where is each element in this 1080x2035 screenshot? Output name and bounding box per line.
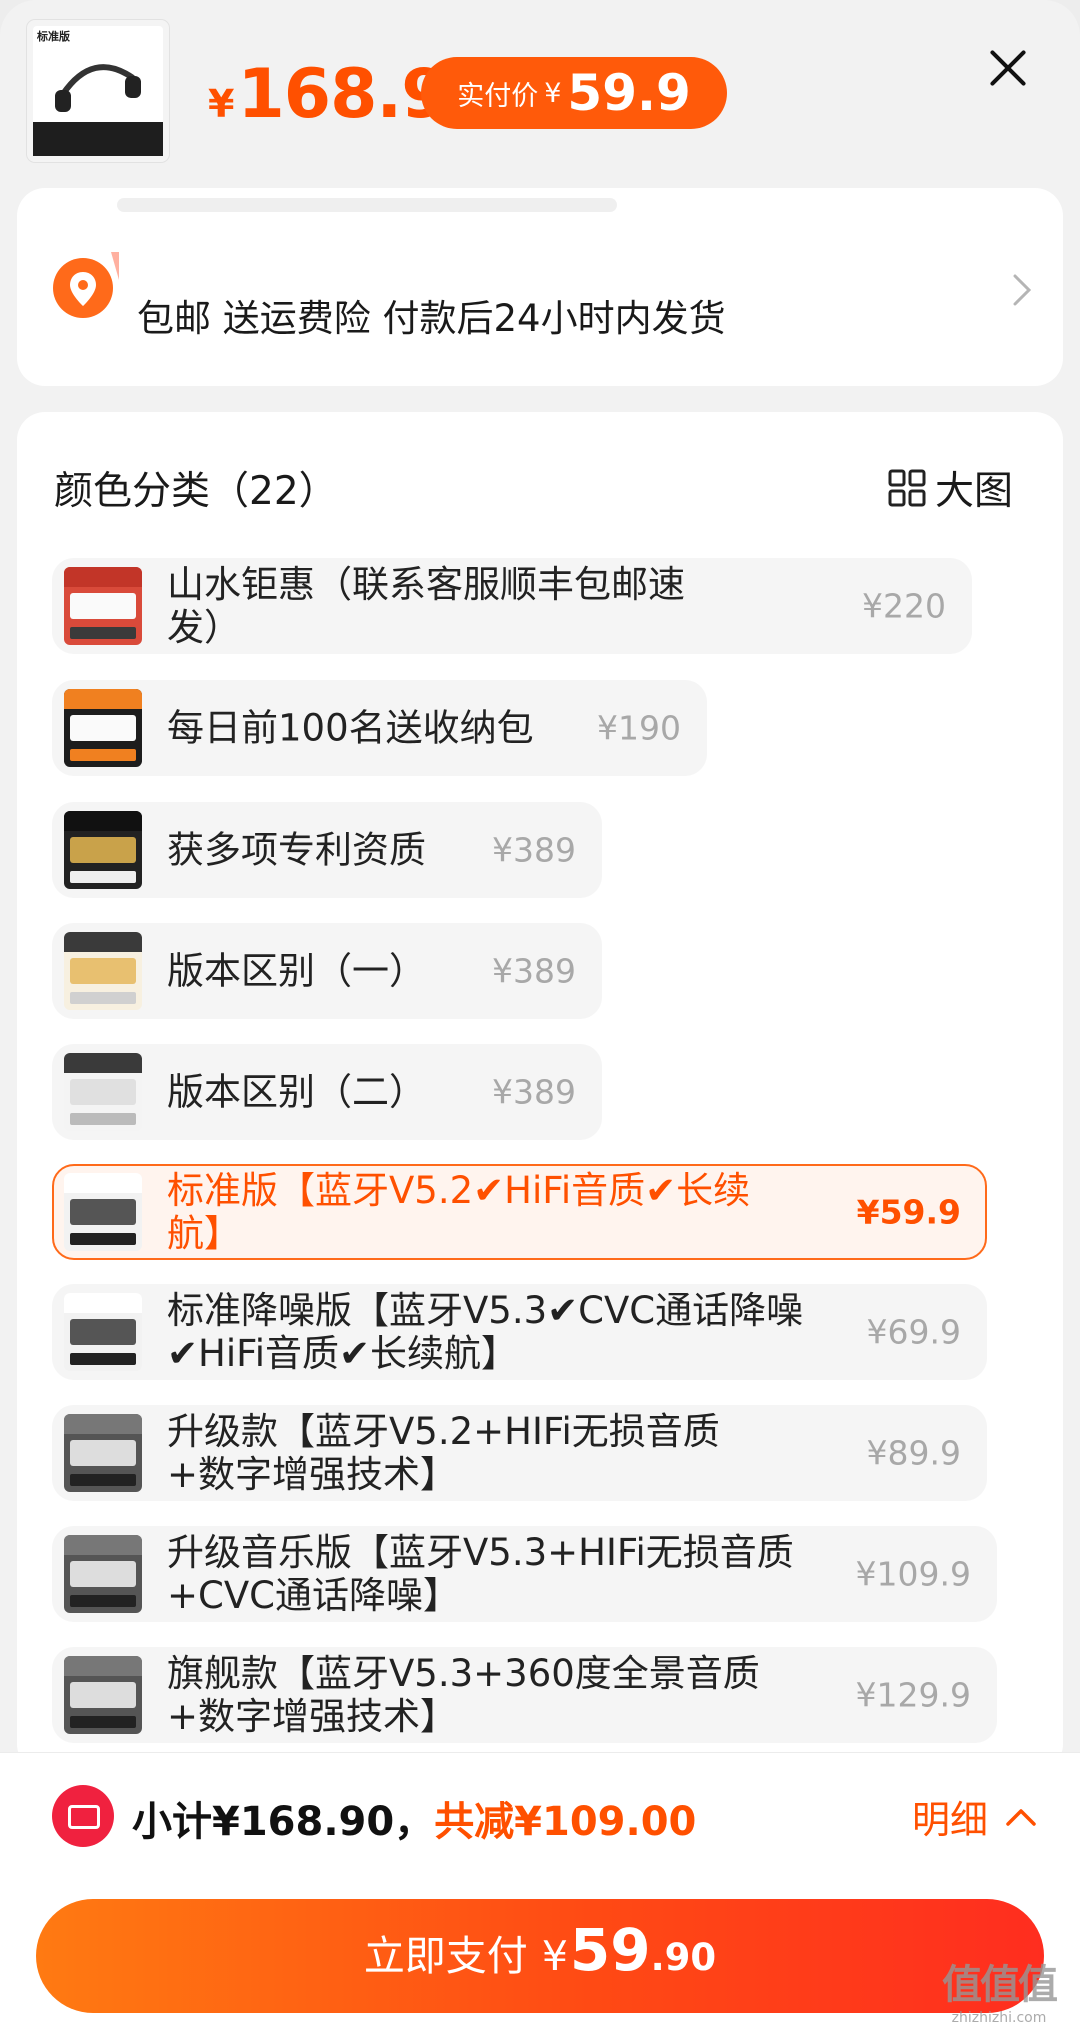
sku-option-name: 标准版【蓝牙V5.2✔HiFi音质✔长续航】 — [167, 1169, 751, 1255]
sku-option[interactable]: 每日前100名送收纳包 ¥190 — [52, 680, 707, 776]
final-price-badge: 实付价 ¥ 59.9 — [421, 57, 727, 129]
checkout-footer: 小计¥168.90，共减¥109.00 明细 立即支付 ¥59.90 — [0, 1752, 1080, 2035]
sku-thumbnail — [64, 1293, 142, 1371]
sku-option[interactable]: 山水钜惠（联系客服顺丰包邮速发） ¥220 — [52, 558, 972, 654]
product-thumbnail[interactable]: 标准版 — [27, 20, 169, 162]
sku-option[interactable]: 标准降噪版【蓝牙V5.3✔CVC通话降噪✔HiFi音质✔长续航】 ¥69.9 — [52, 1284, 987, 1380]
sku-option-name: 标准降噪版【蓝牙V5.3✔CVC通话降噪✔HiFi音质✔长续航】 — [167, 1289, 804, 1375]
subtotal-text: 小计¥168.90， — [132, 1799, 435, 1845]
sku-option[interactable]: 旗舰款【蓝牙V5.3+360度全景音质+数字增强技术】 ¥129.9 — [52, 1647, 997, 1743]
sku-option-price: ¥389 — [492, 951, 576, 991]
sku-option[interactable]: 版本区别（二） ¥389 — [52, 1044, 602, 1140]
location-icon — [53, 252, 119, 318]
grid-icon — [888, 469, 926, 507]
sku-option-name: 每日前100名送收纳包 — [167, 706, 534, 750]
pay-now-button[interactable]: 立即支付 ¥59.90 — [36, 1899, 1044, 2013]
sku-thumbnail — [64, 932, 142, 1010]
sku-option[interactable]: 获多项专利资质 ¥389 — [52, 802, 602, 898]
close-icon[interactable] — [978, 38, 1038, 98]
coupon-icon — [52, 1785, 114, 1847]
sku-option-name: 版本区别（一） — [167, 949, 426, 993]
sku-thumbnail — [64, 811, 142, 889]
sku-option-price: ¥220 — [862, 586, 946, 626]
price-summary: 小计¥168.90，共减¥109.00 — [132, 1789, 696, 1847]
sku-option-price: ¥129.9 — [855, 1675, 971, 1715]
address-placeholder — [117, 198, 617, 212]
sku-option-price: ¥69.9 — [866, 1312, 961, 1352]
sku-thumbnail — [64, 1173, 142, 1251]
sku-option[interactable]: 升级音乐版【蓝牙V5.3+HIFi无损音质+CVC通话降噪】 ¥109.9 — [52, 1526, 997, 1622]
sku-option-name: 获多项专利资质 — [167, 828, 426, 872]
sku-section-title: 颜色分类（22） — [54, 469, 338, 514]
sku-option[interactable]: 升级款【蓝牙V5.2+HIFi无损音质+数字增强技术】 ¥89.9 — [52, 1405, 987, 1501]
sku-option[interactable]: 版本区别（一） ¥389 — [52, 923, 602, 1019]
sku-option-price: ¥59.9 — [856, 1192, 961, 1232]
sku-option-selected[interactable]: 标准版【蓝牙V5.2✔HiFi音质✔长续航】 ¥59.9 — [52, 1164, 987, 1260]
sku-sheet: 标准版 ¥168.9 实付价 ¥ 59.9 包邮 送运费险 付款后24小时内发货 — [0, 0, 1080, 2035]
sku-option-price: ¥389 — [492, 1072, 576, 1112]
sku-thumbnail — [64, 567, 142, 645]
original-price: ¥168.9 — [208, 55, 449, 134]
sku-thumbnail — [64, 1535, 142, 1613]
sku-thumbnail — [64, 1656, 142, 1734]
discount-text: 共减¥109.00 — [434, 1799, 697, 1845]
sku-option-price: ¥389 — [492, 830, 576, 870]
sku-option-name: 山水钜惠（联系客服顺丰包邮速发） — [167, 563, 685, 649]
sku-option-price: ¥190 — [597, 708, 681, 748]
sku-thumbnail — [64, 689, 142, 767]
chevron-right-icon[interactable] — [1007, 270, 1037, 310]
sku-panel: 颜色分类（22） 大图 山水钜惠（联系客服顺丰包邮速发） ¥220 每日前100… — [17, 412, 1063, 1772]
sku-option-name: 版本区别（二） — [167, 1070, 426, 1114]
sku-option-price: ¥89.9 — [866, 1433, 961, 1473]
shipping-card[interactable]: 包邮 送运费险 付款后24小时内发货 — [17, 188, 1063, 386]
sku-option-name: 升级款【蓝牙V5.2+HIFi无损音质+数字增强技术】 — [167, 1410, 720, 1496]
sku-option-price: ¥109.9 — [855, 1554, 971, 1594]
headphone-image — [55, 64, 141, 112]
sku-option-name: 旗舰款【蓝牙V5.3+360度全景音质+数字增强技术】 — [167, 1652, 760, 1738]
price-detail-button[interactable]: 明细 — [912, 1789, 1038, 1844]
sku-thumbnail — [64, 1053, 142, 1131]
shipping-info: 包邮 送运费险 付款后24小时内发货 — [137, 297, 726, 340]
chevron-up-icon — [1006, 1808, 1036, 1826]
thumbnail-label: 标准版 — [37, 30, 70, 43]
sku-thumbnail — [64, 1414, 142, 1492]
big-picture-button[interactable]: 大图 — [887, 460, 1013, 516]
watermark: 值值值 zhizhizhi.com — [942, 1962, 1058, 2026]
sku-option-name: 升级音乐版【蓝牙V5.3+HIFi无损音质+CVC通话降噪】 — [167, 1531, 794, 1617]
